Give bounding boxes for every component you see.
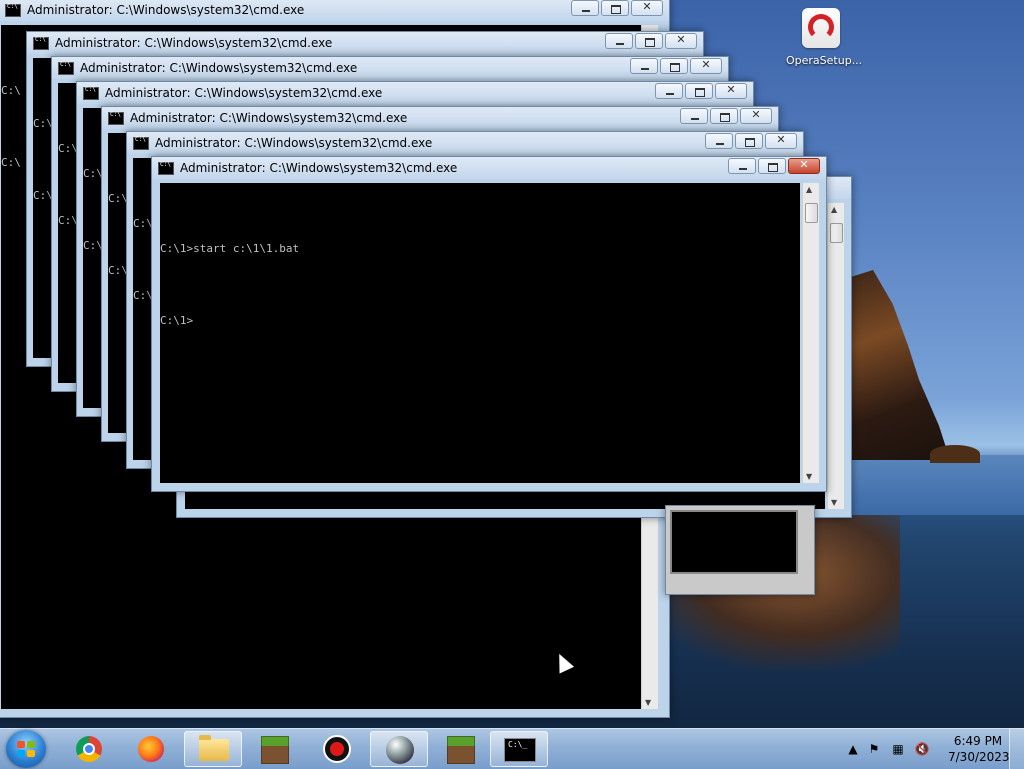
minimize-button[interactable]	[680, 108, 708, 124]
taskbar-item-recorder[interactable]	[308, 731, 366, 767]
window-title: Administrator: C:\Windows\system32\cmd.e…	[27, 3, 305, 17]
taskbar-item-minecraft-2[interactable]	[432, 731, 490, 767]
taskbar-item-firefox[interactable]	[122, 731, 180, 767]
action-center-flag-icon[interactable]: ⚑	[866, 741, 882, 757]
taskbar: ▲ ⚑ ▦ 🔇 6:49 PM 7/30/2023	[0, 728, 1024, 769]
maximize-button[interactable]	[758, 158, 786, 174]
minimize-button[interactable]	[605, 33, 633, 49]
window-controls	[630, 58, 722, 74]
minimize-button[interactable]	[630, 58, 658, 74]
maximize-button[interactable]	[635, 33, 663, 49]
minecraft-grass-block-icon	[261, 736, 289, 764]
wallpaper-sea	[840, 455, 1024, 515]
scroll-down-arrow-icon[interactable]: ▼	[831, 498, 837, 507]
close-button[interactable]	[765, 133, 797, 149]
window-title: Administrator: C:\Windows\system32\cmd.e…	[180, 161, 458, 175]
taskbar-item-minecraft[interactable]	[246, 731, 304, 767]
console-area[interactable]: C:\1>start c:\1\1.bat C:\1>	[160, 183, 800, 483]
vertical-scrollbar[interactable]: ▲ ▼	[802, 183, 819, 483]
taskbar-item-ball-app[interactable]	[370, 731, 428, 767]
minimize-button[interactable]	[705, 133, 733, 149]
window-title: Administrator: C:\Windows\system32\cmd.e…	[130, 111, 408, 125]
wallpaper-rock	[840, 270, 950, 460]
show-hidden-icons-chevron-up-icon[interactable]: ▲	[845, 741, 861, 757]
scroll-thumb[interactable]	[830, 223, 843, 243]
minecraft-grass-block-icon	[447, 736, 475, 764]
sphere-icon	[386, 736, 414, 764]
console-line-2: C:\1>	[160, 314, 194, 327]
desktop-icon-opera-setup[interactable]: OperaSetup...	[786, 8, 862, 67]
window-controls	[655, 83, 747, 99]
taskbar-item-chrome[interactable]	[60, 731, 118, 767]
opera-icon	[802, 8, 840, 48]
cmd-icon	[83, 86, 99, 100]
folder-icon	[199, 735, 229, 761]
wallpaper-rock-small	[930, 445, 980, 463]
console-area[interactable]	[670, 510, 798, 574]
desktop: OperaSetup... Administrator: C:\Windows\…	[0, 0, 1024, 728]
window-controls	[705, 133, 797, 149]
chrome-icon	[76, 736, 102, 762]
cmd-icon	[108, 111, 124, 125]
maximize-button[interactable]	[710, 108, 738, 124]
window-controls	[571, 0, 663, 16]
firefox-icon	[138, 736, 164, 762]
close-button[interactable]	[631, 0, 663, 16]
minimize-button[interactable]	[655, 83, 683, 99]
volume-muted-icon[interactable]: 🔇	[914, 741, 930, 757]
close-button[interactable]	[665, 33, 697, 49]
close-button[interactable]	[740, 108, 772, 124]
record-icon	[323, 735, 351, 763]
scroll-down-arrow-icon[interactable]: ▼	[806, 472, 812, 481]
maximize-button[interactable]	[685, 83, 713, 99]
vertical-scrollbar[interactable]: ▲ ▼	[827, 203, 844, 509]
titlebar[interactable]: Administrator: C:\Windows\system32\cmd.e…	[77, 82, 753, 104]
cmd-window-small[interactable]	[665, 505, 815, 595]
titlebar[interactable]: Administrator: C:\Windows\system32\cmd.e…	[127, 132, 803, 154]
clock-date: 7/30/2023	[948, 750, 1010, 764]
taskbar-item-cmd[interactable]	[490, 731, 548, 767]
system-clock[interactable]: 6:49 PM 7/30/2023	[948, 733, 1010, 765]
scroll-thumb[interactable]	[805, 203, 818, 223]
window-controls	[728, 158, 820, 174]
scroll-up-arrow-icon[interactable]: ▲	[831, 205, 837, 214]
close-button[interactable]	[788, 158, 820, 174]
clock-time: 6:49 PM	[953, 734, 1003, 748]
scroll-up-arrow-icon[interactable]: ▲	[806, 185, 812, 194]
window-title: Administrator: C:\Windows\system32\cmd.e…	[105, 86, 383, 100]
window-title: Administrator: C:\Windows\system32\cmd.e…	[80, 61, 358, 75]
cmd-window-active[interactable]: Administrator: C:\Windows\system32\cmd.e…	[151, 156, 827, 492]
titlebar[interactable]: Administrator: C:\Windows\system32\cmd.e…	[27, 32, 703, 54]
minimize-button[interactable]	[571, 0, 599, 16]
console-line-1: C:\1>start c:\1\1.bat	[160, 242, 300, 255]
cmd-icon	[33, 36, 49, 50]
window-controls	[605, 33, 697, 49]
cmd-icon	[5, 3, 21, 17]
cmd-icon	[58, 61, 74, 75]
titlebar[interactable]: Administrator: C:\Windows\system32\cmd.e…	[102, 107, 778, 129]
maximize-button[interactable]	[735, 133, 763, 149]
windows-logo-icon	[17, 741, 35, 757]
window-controls	[680, 108, 772, 124]
network-icon[interactable]: ▦	[890, 741, 906, 757]
titlebar[interactable]: Administrator: C:\Windows\system32\cmd.e…	[52, 57, 728, 79]
cmd-icon	[133, 136, 149, 150]
titlebar[interactable]: Administrator: C:\Windows\system32\cmd.e…	[0, 0, 669, 21]
titlebar[interactable]: Administrator: C:\Windows\system32\cmd.e…	[152, 157, 826, 179]
show-desktop-button[interactable]	[1009, 729, 1024, 769]
window-title: Administrator: C:\Windows\system32\cmd.e…	[55, 36, 333, 50]
cmd-icon	[504, 738, 536, 762]
start-button[interactable]	[6, 730, 46, 768]
close-button[interactable]	[690, 58, 722, 74]
minimize-button[interactable]	[728, 158, 756, 174]
restore-button[interactable]	[601, 0, 629, 16]
scroll-down-arrow-icon[interactable]: ▼	[645, 698, 651, 707]
close-button[interactable]	[715, 83, 747, 99]
opera-icon-label: OperaSetup...	[786, 54, 863, 67]
window-title: Administrator: C:\Windows\system32\cmd.e…	[155, 136, 433, 150]
maximize-button[interactable]	[660, 58, 688, 74]
taskbar-item-file-explorer[interactable]	[184, 731, 242, 767]
cmd-icon	[158, 161, 174, 175]
